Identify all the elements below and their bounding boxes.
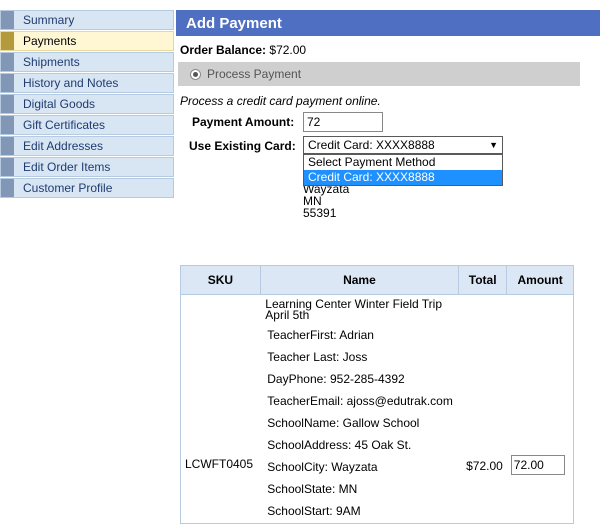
item-amount-input[interactable] — [510, 455, 565, 475]
nav-marker — [1, 11, 14, 29]
existing-card-select[interactable]: Credit Card: XXXX8888 ▼ — [303, 136, 503, 154]
table-row: LCWFT0405 Learning Center Winter Field T… — [181, 295, 574, 524]
column-header-total: Total — [458, 265, 508, 295]
item-name-cell: Learning Center Winter Field Trip April … — [260, 295, 458, 524]
column-header-name: Name — [259, 265, 460, 295]
existing-card-selected: Credit Card: XXXX8888 — [308, 138, 435, 152]
nav-marker — [1, 53, 14, 71]
item-amount-cell — [507, 295, 574, 524]
item-detail: TeacherEmail: ajoss@edutrak.com — [267, 394, 453, 408]
chevron-down-icon: ▼ — [489, 140, 498, 150]
process-payment-radio[interactable] — [190, 68, 201, 80]
payment-method-dropdown[interactable]: Select Payment Method Credit Card: XXXX8… — [303, 154, 503, 186]
sidebar-item-label: Edit Order Items — [23, 160, 111, 174]
nav-marker — [1, 32, 14, 50]
sidebar-nav: Summary Payments Shipments History and N… — [0, 10, 174, 199]
nav-marker — [1, 95, 14, 113]
item-detail: SchoolAddress: 45 Oak St. — [267, 438, 412, 452]
process-payment-label: Process Payment — [207, 67, 302, 81]
sidebar-item-label: Payments — [23, 34, 77, 48]
sidebar-item-edit-order-items[interactable]: Edit Order Items — [0, 157, 174, 177]
item-detail: SchoolState: MN — [267, 482, 358, 496]
item-detail: SchoolName: Gallow School — [267, 416, 420, 430]
nav-marker — [1, 137, 14, 155]
order-items-table: SKU Name Total Amount LCWFT0405 Learning… — [180, 265, 574, 524]
column-header-sku: SKU — [180, 265, 261, 295]
sidebar-item-gift-certificates[interactable]: Gift Certificates — [0, 115, 174, 135]
sidebar-item-shipments[interactable]: Shipments — [0, 52, 174, 72]
page-title: Add Payment — [176, 10, 600, 36]
sidebar-item-customer-profile[interactable]: Customer Profile — [0, 178, 174, 198]
nav-marker — [1, 179, 14, 197]
main-panel: Add Payment Order Balance: $72.00 Proces… — [174, 10, 600, 524]
item-total: $72.00 — [466, 459, 503, 473]
order-balance: Order Balance: $72.00 — [180, 43, 306, 57]
process-payment-option[interactable]: Process Payment — [178, 62, 580, 86]
sidebar-item-edit-addresses[interactable]: Edit Addresses — [0, 136, 174, 156]
sidebar-item-digital-goods[interactable]: Digital Goods — [0, 94, 174, 114]
payment-amount-input[interactable] — [303, 112, 383, 132]
table-header-row: SKU Name Total Amount — [180, 265, 574, 295]
item-detail: DayPhone: 952-285-4392 — [267, 372, 405, 386]
sidebar-item-summary[interactable]: Summary — [0, 10, 174, 30]
column-header-amount: Amount — [506, 265, 574, 295]
sidebar-item-label: Shipments — [23, 55, 80, 69]
item-sku: LCWFT0405 — [185, 456, 254, 471]
nav-marker — [1, 158, 14, 176]
sidebar-item-payments[interactable]: Payments — [0, 31, 174, 51]
sidebar-item-label: Digital Goods — [23, 97, 96, 111]
sidebar-item-label: Summary — [23, 13, 75, 27]
item-name-title: Learning Center Winter Field Trip April … — [265, 297, 443, 322]
sidebar-item-label: Edit Addresses — [23, 139, 104, 153]
item-detail: TeacherFirst: Adrian — [267, 328, 374, 342]
order-balance-label: Order Balance: — [180, 43, 267, 57]
nav-marker — [1, 74, 14, 92]
process-description: Process a credit card payment online. — [180, 94, 381, 108]
address-zip: 55391 — [303, 206, 337, 220]
sidebar-item-label: Customer Profile — [23, 181, 113, 195]
item-detail: SchoolCity: Wayzata — [267, 460, 378, 474]
sidebar-item-label: History and Notes — [23, 76, 119, 90]
payment-amount-label: Payment Amount: — [192, 115, 295, 129]
existing-card-label: Use Existing Card: — [189, 139, 296, 153]
item-detail: SchoolStart: 9AM — [267, 504, 361, 518]
sidebar-item-history-notes[interactable]: History and Notes — [0, 73, 174, 93]
order-balance-value: $72.00 — [269, 43, 307, 57]
dropdown-option[interactable]: Select Payment Method — [304, 155, 502, 170]
sidebar-item-label: Gift Certificates — [23, 118, 106, 132]
item-detail: Teacher Last: Joss — [267, 350, 368, 364]
dropdown-option-selected[interactable]: Credit Card: XXXX8888 — [304, 170, 502, 185]
nav-marker — [1, 116, 14, 134]
billing-address: Wayzata MN 55391 — [303, 183, 349, 219]
